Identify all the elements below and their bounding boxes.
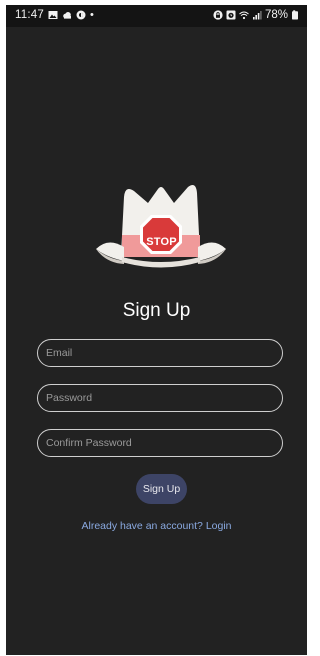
stop-sign-hat-logo [88,177,234,273]
cloud-icon [62,10,72,20]
password-field[interactable] [37,384,283,412]
wifi-icon [239,10,249,20]
stop-sign-text: STOP [146,236,177,248]
lock-icon [213,10,223,20]
gallery-icon [48,10,58,20]
status-bar: 11:47 • 78% [6,5,307,27]
signal-icon [252,10,262,20]
confirm-password-field[interactable] [37,429,283,457]
sign-up-button[interactable]: Sign Up [136,474,187,504]
battery-icon [291,10,301,20]
alarm-icon [226,10,236,20]
brightness-icon [76,10,86,20]
status-bar-left: 11:47 • [15,9,94,21]
status-time: 11:47 [15,9,44,21]
status-dot: • [89,9,94,21]
email-field[interactable] [37,339,283,367]
app-screen: 11:47 • 78% STOP Sign Up Email Sign Up A… [6,5,307,655]
status-bar-right: 78% [213,9,301,21]
page-title: Sign Up [122,300,191,321]
login-link[interactable]: Already have an account? Login [6,520,307,532]
battery-percentage: 78% [264,9,288,21]
